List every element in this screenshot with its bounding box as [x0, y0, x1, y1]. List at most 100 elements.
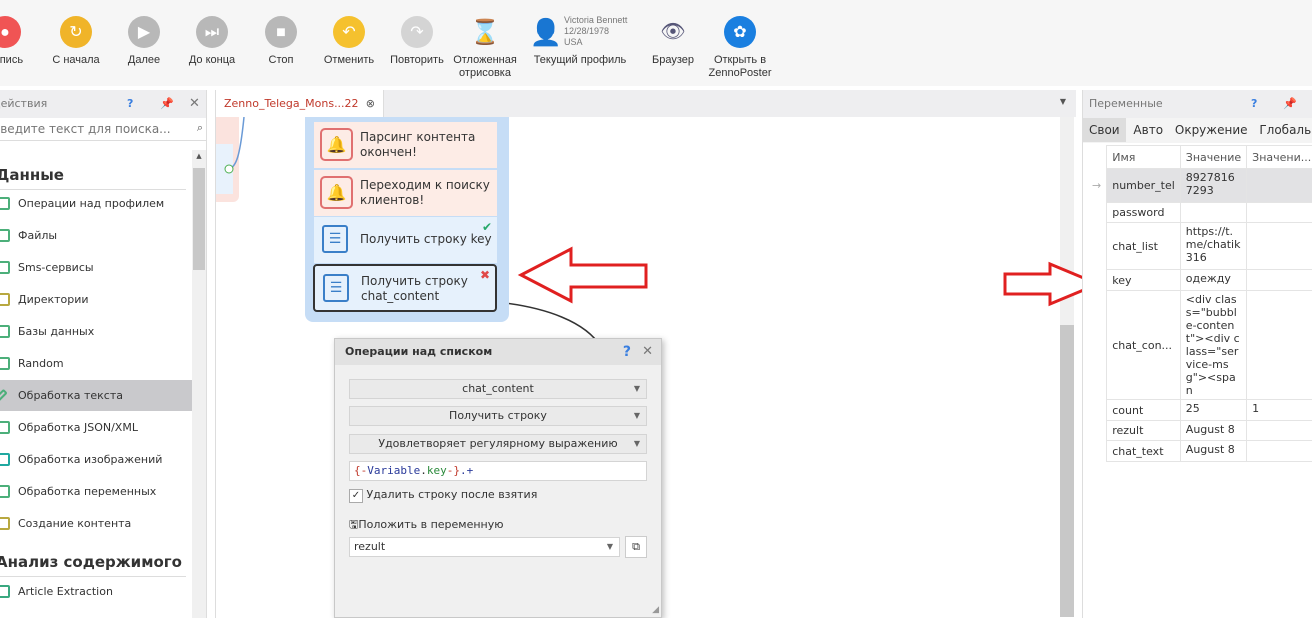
action-item[interactable]: Random [0, 348, 192, 379]
deferred-render-button[interactable]: ⌛ Отложенная отрисовка [445, 16, 525, 80]
close-icon[interactable]: ✕ [642, 339, 653, 365]
table-row[interactable]: count 25 1 [1087, 399, 1312, 421]
table-row[interactable]: chat_text August 8 [1087, 440, 1312, 462]
resize-grip-icon[interactable]: ◢ [652, 605, 659, 615]
play-icon: ▶ [128, 16, 160, 48]
table-row[interactable]: chat_list https://t.me/chatik316 [1087, 222, 1312, 270]
chevron-down-icon: ▼ [633, 439, 640, 448]
variable-select[interactable]: rezult ▼ [349, 537, 620, 557]
search-input[interactable] [0, 118, 182, 140]
tab-project[interactable]: Zenno_Telega_Mons...22 ⊗ [216, 90, 384, 118]
record-button[interactable]: ●Запись [0, 16, 40, 67]
toolbar: ●Запись ↻С начала ▶Далее ⏭До конца ■Стоп… [0, 0, 1312, 86]
tab-auto[interactable]: Авто [1129, 123, 1167, 137]
open-zennoposter-button[interactable]: ✿ Открыть в ZennoPoster [700, 16, 780, 80]
variables-icon [0, 485, 10, 498]
json-icon [0, 421, 10, 434]
delete-line-checkbox[interactable]: ✓ Удалить строку после взятия [349, 488, 537, 503]
current-profile-button[interactable]: 👤 Victoria Bennett 12/28/1978 USA Текущи… [530, 15, 630, 67]
pin-icon[interactable]: 📌 [160, 90, 174, 118]
actions-panel: Действия ? 📌 ✕ ⌕ Данные Операции над про… [0, 90, 207, 618]
tab-global[interactable]: Глобальные [1255, 123, 1312, 137]
table-row[interactable]: chat_con... <div class="bubble-content"><… [1087, 290, 1312, 400]
help-icon[interactable]: ? [1251, 90, 1257, 118]
section-heading-analysis: Анализ содержимого [0, 553, 186, 577]
action-item-selected[interactable]: Обработка текста [0, 380, 192, 411]
column-header[interactable]: Значени... [1246, 145, 1312, 169]
list-select[interactable]: chat_content ▼ [349, 379, 647, 399]
table-row[interactable]: password [1087, 202, 1312, 223]
close-icon[interactable]: ✕ [189, 90, 200, 118]
action-item[interactable]: Базы данных [0, 316, 192, 347]
tab-environment[interactable]: Окружение [1171, 123, 1252, 137]
restart-icon: ↻ [60, 16, 92, 48]
list-operations-dialog: Операции над списком ? ✕ chat_content ▼ П… [334, 338, 662, 618]
action-item[interactable]: Файлы [0, 220, 192, 251]
sms-icon [0, 261, 10, 274]
table-row[interactable]: → number_tel 89278167293 [1087, 168, 1312, 203]
folder-icon [0, 293, 10, 306]
scrollbar-thumb[interactable] [193, 168, 205, 270]
tabs-dropdown-icon[interactable]: ▼ [1060, 97, 1066, 106]
redo-icon: ↷ [401, 16, 433, 48]
eye-icon: 👁 [660, 20, 686, 43]
pin-icon[interactable]: 📌 [1283, 90, 1297, 118]
content-icon [0, 517, 10, 530]
action-item[interactable]: Обработка изображений [0, 444, 192, 475]
operation-select[interactable]: Получить строку ▼ [349, 406, 647, 426]
stop-icon: ■ [265, 16, 297, 48]
regex-input[interactable]: {-Variable.key-}.+ [349, 461, 647, 481]
node-list-operation-selected[interactable]: ☰ Получить строку chat_content ✖ [313, 264, 497, 312]
node-list-operation[interactable]: ☰ Получить строку key ✔ [314, 217, 497, 263]
node-notification[interactable]: 🔔 Парсинг контента окончен! [314, 122, 497, 168]
action-item[interactable]: Обработка переменных [0, 476, 192, 507]
undo-icon: ↶ [333, 16, 365, 48]
table-row[interactable]: key одежду [1087, 269, 1312, 291]
action-item[interactable]: Создание контента [0, 508, 192, 539]
action-item[interactable]: Article Extraction [0, 576, 192, 607]
save-to-variable-label: 🖫Положить в переменную [349, 518, 504, 531]
chevron-down-icon: ▼ [606, 542, 613, 551]
column-header[interactable]: Значение [1179, 145, 1248, 169]
condition-select[interactable]: Удовлетворяет регулярному выражению ▼ [349, 434, 647, 454]
skip-end-icon: ⏭ [196, 16, 228, 48]
article-icon [0, 585, 10, 598]
success-check-icon: ✔ [481, 220, 492, 234]
bell-icon: 🔔 [320, 128, 353, 161]
scroll-up-icon[interactable]: ▲ [192, 150, 206, 160]
action-item[interactable]: Sms-сервисы [0, 252, 192, 283]
dialog-title: Операции над списком [345, 345, 493, 358]
panel-title: Переменные [1089, 97, 1163, 110]
action-item[interactable]: Обработка JSON/XML [0, 412, 192, 443]
bell-icon: 🔔 [320, 176, 353, 209]
scrollbar[interactable]: ▲ [192, 150, 206, 618]
tab-close-icon[interactable]: ⊗ [366, 90, 375, 117]
table-row[interactable]: rezult August 8 [1087, 420, 1312, 441]
help-icon[interactable]: ? [127, 90, 133, 118]
image-icon [0, 453, 10, 466]
hourglass-icon: ⌛ [470, 18, 500, 46]
pencil-icon [0, 388, 8, 403]
copy-variable-button[interactable]: ⧉ [625, 536, 647, 558]
tab-own[interactable]: Свои [1083, 118, 1126, 142]
help-icon[interactable]: ? [623, 339, 631, 365]
random-icon [0, 357, 10, 370]
browser-button[interactable]: 👁 Браузер [638, 16, 708, 67]
action-item[interactable]: Операции над профилем [0, 188, 192, 219]
redo-button[interactable]: ↷ Повторить [382, 16, 452, 67]
node-notification[interactable]: 🔔 Переходим к поиску клиентов! [314, 170, 497, 216]
to-end-button[interactable]: ⏭ До конца [177, 16, 247, 67]
column-header[interactable]: Имя [1106, 145, 1181, 169]
current-row-arrow-icon: → [1087, 168, 1107, 203]
database-icon [0, 325, 10, 338]
file-icon [0, 229, 10, 242]
restart-button[interactable]: ↻ С начала [41, 16, 111, 67]
next-button[interactable]: ▶ Далее [109, 16, 179, 67]
record-icon: ● [0, 16, 21, 48]
section-heading-data: Данные [0, 166, 186, 190]
chevron-down-icon: ▼ [633, 411, 640, 420]
action-group[interactable]: 🔔 Парсинг контента окончен! 🔔 Переходим к … [305, 117, 509, 322]
undo-button[interactable]: ↶ Отменить [314, 16, 384, 67]
stop-button[interactable]: ■ Стоп [246, 16, 316, 67]
action-item[interactable]: Директории [0, 284, 192, 315]
